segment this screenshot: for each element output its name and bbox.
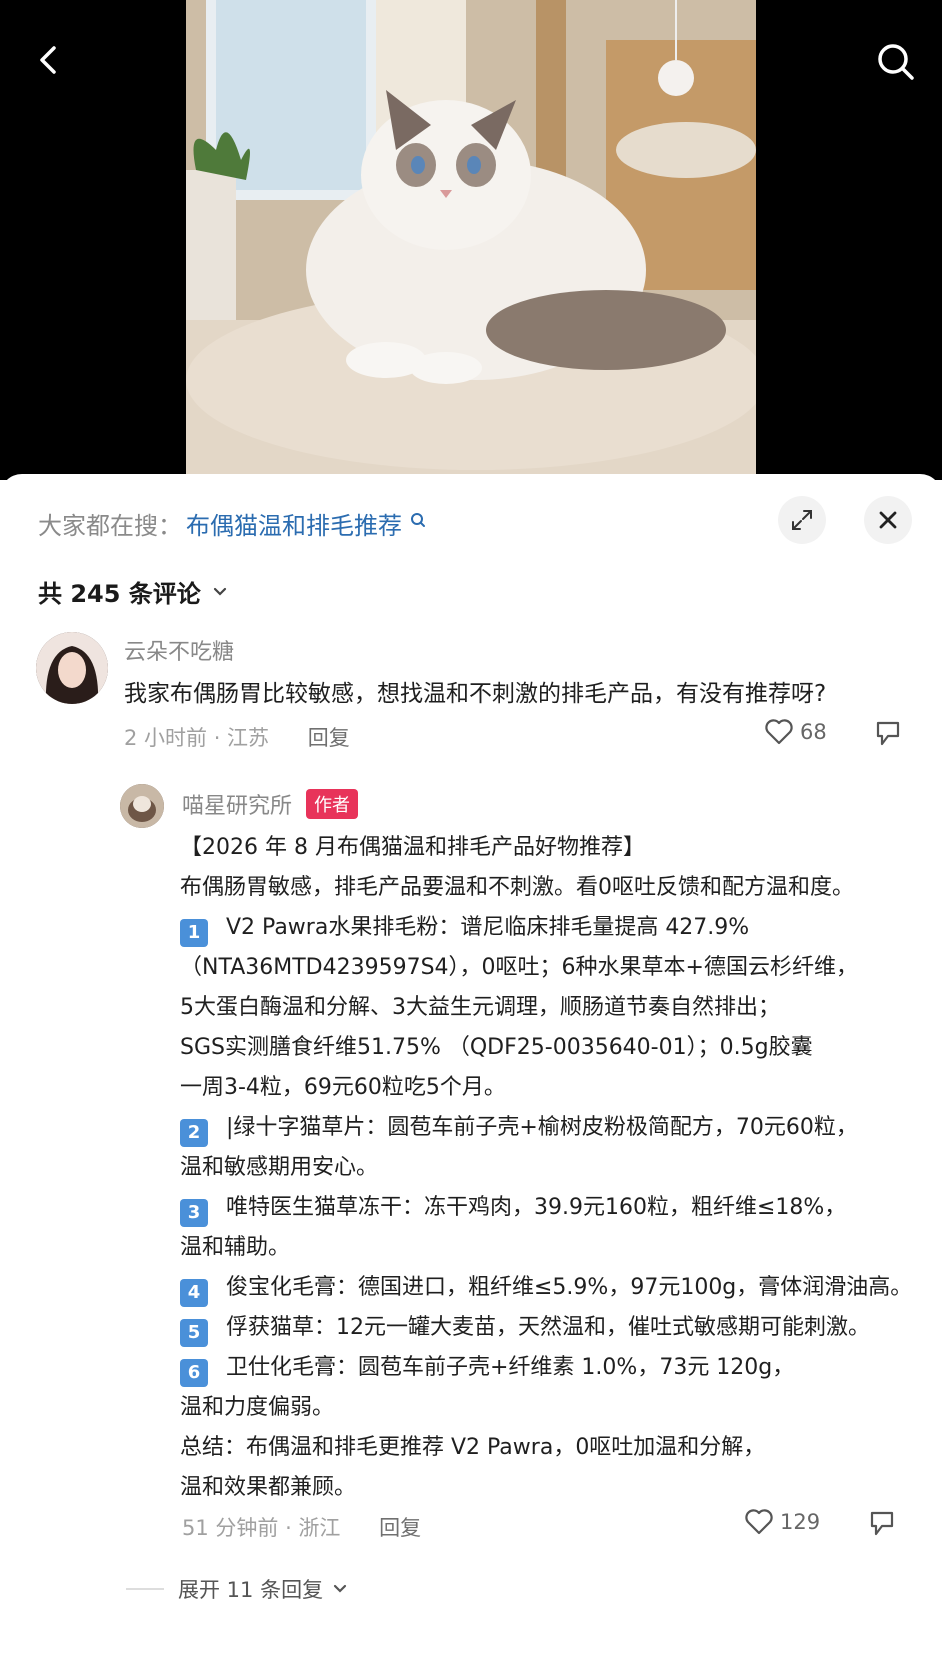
reply-line: 2 |绿十字猫草片：圆苞车前子壳+榆树皮粉极简配方，70元60粒， bbox=[180, 1108, 920, 1148]
avatar[interactable] bbox=[36, 632, 108, 704]
reply-line: 4 俊宝化毛膏：德国进口，粗纤维≤5.9%，97元100g，膏体润滑油高。 bbox=[180, 1268, 920, 1308]
author-badge: 作者 bbox=[306, 789, 359, 819]
search-icon bbox=[411, 512, 425, 527]
reply-meta: 51 分钟前 · 浙江 回复 bbox=[182, 1512, 421, 1542]
number-6-icon: 6 bbox=[180, 1359, 208, 1387]
expand-button[interactable] bbox=[778, 496, 826, 544]
comment-text[interactable]: 我家布偶肠胃比较敏感，想找温和不刺激的排毛产品，有没有推荐呀? bbox=[124, 674, 924, 708]
dislike-button[interactable] bbox=[866, 1508, 898, 1542]
reply-button[interactable]: 回复 bbox=[308, 726, 350, 750]
cat-photo-graphic bbox=[186, 0, 756, 480]
cat-photo[interactable] bbox=[186, 0, 756, 480]
reply-line: 温和效果都兼顾。 bbox=[180, 1475, 357, 1500]
reply-line: （NTA36MTD4239597S4），0呕吐；6种水果草本+德国云杉纤维， bbox=[180, 955, 858, 980]
hot-search-prefix: 大家都在搜： bbox=[38, 512, 182, 540]
reply-line: 5大蛋白酶温和分解、3大益生元调理，顺肠道节奏自然排出； bbox=[180, 995, 780, 1020]
dislike-button[interactable] bbox=[872, 718, 904, 752]
reply-text[interactable]: 【2026 年 8 月布偶猫温和排毛产品好物推荐】 布偶肠胃敏感，排毛产品要温和… bbox=[180, 828, 920, 1508]
number-1-icon: 1 bbox=[180, 919, 208, 947]
reply-line: 温和敏感期用安心。 bbox=[180, 1155, 379, 1180]
reply-line: 1 V2 Pawra水果排毛粉：谱尼临床排毛量提高 427.9% bbox=[180, 908, 920, 948]
dislike-icon bbox=[870, 1511, 894, 1536]
comment-count-label: 共 245 条评论 bbox=[38, 580, 201, 608]
reply-line: SGS实测膳食纤维51.75% （QDF25-0035640-01）；0.5g胶… bbox=[180, 1035, 813, 1060]
reply-line: 总结：布偶温和排毛更推荐 V2 Pawra，0呕吐加温和分解， bbox=[180, 1435, 766, 1460]
reply-line: 6 卫仕化毛膏：圆苞车前子壳+纤维素 1.0%，73元 120g， bbox=[180, 1348, 920, 1388]
search-button[interactable] bbox=[872, 38, 920, 86]
heart-icon bbox=[745, 1509, 773, 1535]
media-viewer bbox=[0, 0, 942, 480]
like-count: 68 bbox=[800, 720, 827, 744]
reply-line: 一周3-4粒，69元60粒吃5个月。 bbox=[180, 1075, 506, 1100]
comment-username[interactable]: 云朵不吃糖 bbox=[124, 634, 234, 666]
reply-line: 【2026 年 8 月布偶猫温和排毛产品好物推荐】 bbox=[180, 835, 645, 860]
comment-count-sort[interactable]: 共 245 条评论 bbox=[38, 574, 229, 609]
expand-replies-label: 展开 11 条回复 bbox=[178, 1578, 324, 1602]
avatar-image bbox=[36, 632, 108, 704]
avatar[interactable] bbox=[120, 784, 164, 828]
comment-meta: 2 小时前 · 江苏 回复 bbox=[124, 722, 350, 752]
like-button[interactable]: 68 bbox=[764, 718, 827, 746]
reply-time-location: 51 分钟前 · 浙江 bbox=[182, 1516, 341, 1540]
expand-replies-button[interactable]: 展开 11 条回复 bbox=[126, 1574, 349, 1604]
search-icon bbox=[878, 44, 914, 80]
comment-sheet: 大家都在搜： 布偶猫温和排毛推荐 共 245 条评论 云朵不吃糖 我家布偶肠胃比… bbox=[0, 474, 942, 1672]
reply-line: 3 唯特医生猫草冻干：冻干鸡肉，39.9元160粒，粗纤维≤18%， bbox=[180, 1188, 920, 1228]
number-5-icon: 5 bbox=[180, 1319, 208, 1347]
hot-search-bar[interactable]: 大家都在搜： 布偶猫温和排毛推荐 bbox=[38, 506, 426, 541]
chevron-left-icon bbox=[40, 46, 56, 74]
like-count: 129 bbox=[780, 1510, 821, 1534]
number-3-icon: 3 bbox=[180, 1199, 208, 1227]
number-2-icon: 2 bbox=[180, 1119, 208, 1147]
reply-line: 5 俘获猫草：12元一罐大麦苗，天然温和，催吐式敏感期可能刺激。 bbox=[180, 1308, 920, 1348]
reply-line: 温和力度偏弱。 bbox=[180, 1395, 335, 1420]
dislike-icon bbox=[876, 721, 900, 746]
reply-username-row: 喵星研究所 作者 bbox=[182, 788, 359, 820]
close-icon bbox=[879, 511, 897, 529]
reply-line: 温和辅助。 bbox=[180, 1235, 291, 1260]
chevron-down-icon bbox=[213, 587, 226, 596]
number-4-icon: 4 bbox=[180, 1279, 208, 1307]
comment-time-location: 2 小时前 · 江苏 bbox=[124, 726, 270, 750]
divider bbox=[126, 1588, 164, 1590]
chevron-down-icon bbox=[333, 1584, 347, 1593]
close-button[interactable] bbox=[864, 496, 912, 544]
reply-username[interactable]: 喵星研究所 bbox=[182, 788, 292, 820]
expand-icon bbox=[792, 510, 812, 530]
reply-button[interactable]: 回复 bbox=[379, 1516, 421, 1540]
back-button[interactable] bbox=[28, 38, 72, 82]
avatar-image bbox=[120, 784, 164, 828]
like-button[interactable]: 129 bbox=[744, 1508, 820, 1536]
hot-search-term-link[interactable]: 布偶猫温和排毛推荐 bbox=[186, 506, 402, 541]
heart-icon bbox=[765, 719, 793, 745]
reply-line: 布偶肠胃敏感，排毛产品要温和不刺激。看0呕吐反馈和配方温和度。 bbox=[180, 875, 854, 900]
